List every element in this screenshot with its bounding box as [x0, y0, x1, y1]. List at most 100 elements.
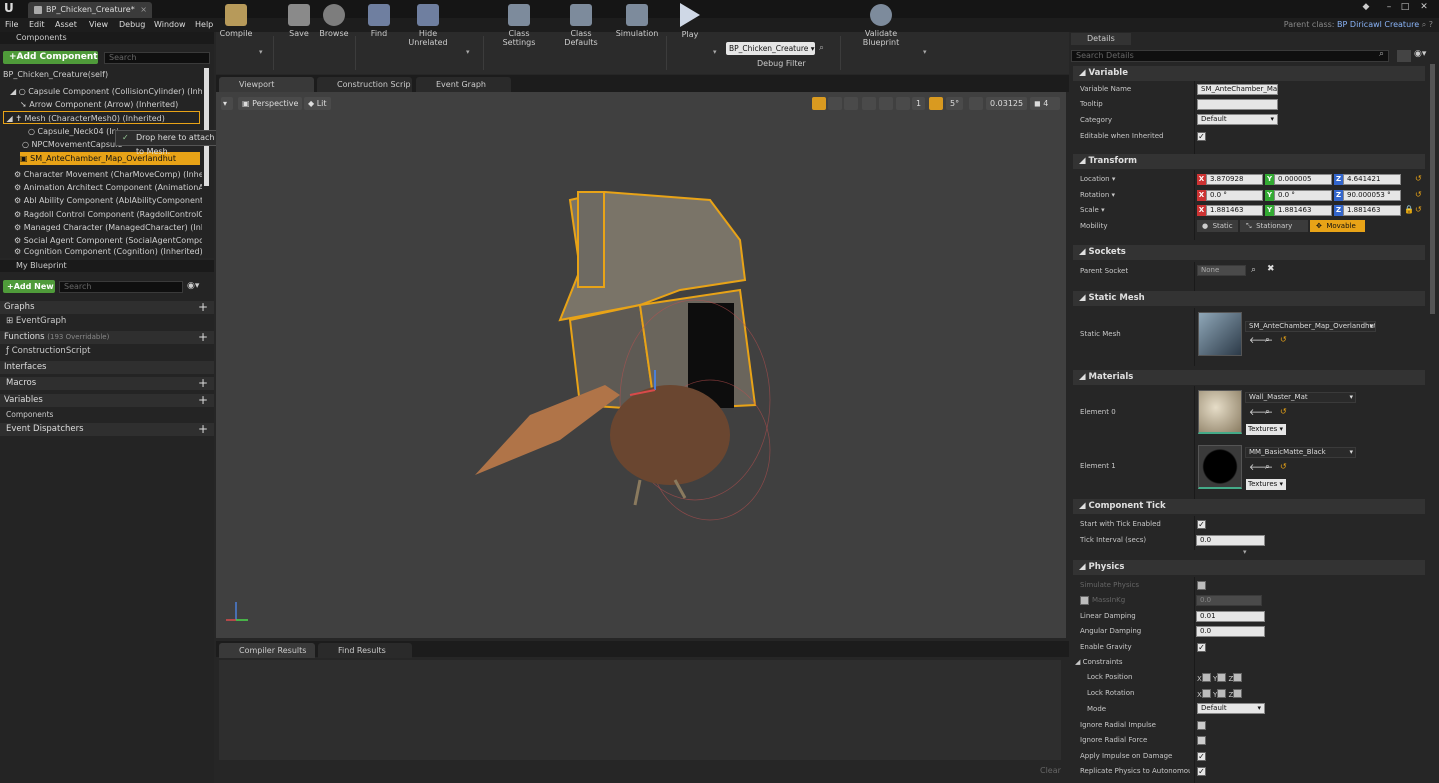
- reset-rotation-icon[interactable]: ↺: [1415, 190, 1422, 199]
- element1-thumbnail[interactable]: [1198, 445, 1242, 489]
- advanced-expand-icon[interactable]: ▾: [1243, 548, 1247, 556]
- mass-override-checkbox[interactable]: [1080, 596, 1089, 605]
- window-close-icon[interactable]: ✕: [1418, 1, 1430, 13]
- menu-window[interactable]: Window: [154, 18, 186, 32]
- hide-unrelated-button[interactable]: Hide Unrelated: [399, 2, 457, 47]
- location-z-input[interactable]: 4.641421: [1343, 174, 1401, 185]
- reset-location-icon[interactable]: ↺: [1415, 174, 1422, 183]
- materials-section[interactable]: ◢ Materials: [1073, 370, 1425, 385]
- tree-item-selected-mesh[interactable]: ▣ SM_AnteChamber_Map_Overlandhut: [20, 152, 200, 165]
- tab-event-graph[interactable]: Event Graph: [416, 77, 511, 92]
- lit-button[interactable]: ◆ Lit: [304, 97, 331, 110]
- tree-item-cognition[interactable]: ⚙ Cognition Component (Cognition) (Inher…: [14, 247, 202, 256]
- hide-unrelated-dropdown-icon[interactable]: ▾: [466, 48, 470, 56]
- mode-select[interactable]: Default ▾: [1197, 703, 1265, 714]
- lock-pos-z-checkbox[interactable]: [1233, 673, 1243, 682]
- save-button[interactable]: Save: [284, 2, 314, 40]
- add-dispatcher-icon[interactable]: +: [198, 422, 208, 436]
- add-macro-icon[interactable]: +: [198, 376, 208, 390]
- perspective-button[interactable]: ▣ Perspective: [238, 97, 303, 110]
- location-y-input[interactable]: 0.000005: [1274, 174, 1332, 185]
- camera-speed-button[interactable]: ◼ 4: [1030, 97, 1060, 110]
- simulate-physics-checkbox[interactable]: [1197, 581, 1206, 590]
- rotation-z-input[interactable]: 90.000053 °: [1343, 190, 1401, 201]
- tab-find-results[interactable]: Find Results: [318, 643, 412, 658]
- tooltip-input[interactable]: [1197, 99, 1278, 110]
- search-icon[interactable]: ⌕: [1379, 49, 1384, 59]
- mobility-static-button[interactable]: ● Static: [1197, 220, 1238, 232]
- add-component-button[interactable]: +Add Component: [3, 51, 98, 64]
- compile-dropdown-icon[interactable]: ▾: [259, 48, 263, 56]
- scale-x-input[interactable]: 1.881463: [1206, 205, 1263, 216]
- parent-socket-input[interactable]: None: [1197, 265, 1246, 276]
- construction-script-item[interactable]: ƒ ConstructionScript: [6, 346, 90, 356]
- find-button[interactable]: Find: [364, 2, 394, 40]
- sockets-section[interactable]: ◢ Sockets: [1073, 245, 1425, 260]
- add-variable-icon[interactable]: +: [198, 393, 208, 407]
- location-x-input[interactable]: 3.870928: [1206, 174, 1263, 185]
- menu-debug[interactable]: Debug: [119, 18, 145, 32]
- rotation-y-input[interactable]: 0.0 °: [1274, 190, 1332, 201]
- lock-rot-z-checkbox[interactable]: [1233, 689, 1243, 698]
- tree-item-social[interactable]: ⚙ Social Agent Component (SocialAgentCom…: [14, 234, 202, 247]
- components-subcategory[interactable]: Components: [6, 410, 53, 419]
- viewport-options-button[interactable]: ▾: [221, 97, 233, 110]
- ignore-radial-force-checkbox[interactable]: [1197, 736, 1206, 745]
- static-mesh-thumbnail[interactable]: [1198, 312, 1242, 356]
- apply-impulse-checkbox[interactable]: ✓: [1197, 752, 1206, 761]
- tree-item-char-movement[interactable]: ⚙ Character Movement (CharMoveComp) (Inh…: [14, 168, 202, 181]
- enable-gravity-checkbox[interactable]: ✓: [1197, 643, 1206, 652]
- constraints-label[interactable]: ◢ Constraints: [1075, 656, 1123, 668]
- rotation-label[interactable]: Rotation ▾: [1080, 189, 1115, 201]
- component-tick-section[interactable]: ◢ Component Tick: [1073, 499, 1425, 514]
- tab-compiler-results[interactable]: Compiler Results: [219, 643, 315, 658]
- mobility-stationary-button[interactable]: ⤡ Stationary: [1240, 220, 1308, 232]
- angular-damping-input[interactable]: 0.0: [1196, 626, 1265, 637]
- validate-dropdown-icon[interactable]: ▾: [923, 48, 927, 56]
- world-local-icon[interactable]: [862, 97, 876, 110]
- add-graph-icon[interactable]: +: [198, 300, 208, 314]
- tab-viewport[interactable]: Viewport: [219, 77, 314, 92]
- validate-blueprint-button[interactable]: Validate Blueprint: [848, 2, 914, 47]
- location-label[interactable]: Location ▾: [1080, 173, 1115, 185]
- reset-scale-icon[interactable]: ↺: [1415, 205, 1422, 214]
- document-tab[interactable]: BP_Chicken_Creature* ×: [28, 2, 152, 18]
- grid-view-icon[interactable]: [1397, 50, 1411, 62]
- reset-material-icon[interactable]: ↺: [1280, 462, 1287, 471]
- add-function-icon[interactable]: +: [198, 330, 208, 344]
- menu-file[interactable]: File: [5, 18, 18, 32]
- menu-asset[interactable]: Asset: [55, 18, 77, 32]
- tree-item-mesh[interactable]: ◢ ✝ Mesh (CharacterMesh0) (Inherited): [3, 111, 200, 124]
- tree-item-arrow[interactable]: ➘ Arrow Component (Arrow) (Inherited): [20, 98, 202, 111]
- category-select[interactable]: Default ▾: [1197, 114, 1278, 125]
- notification-icon[interactable]: ◆: [1360, 1, 1372, 13]
- menu-edit[interactable]: Edit: [29, 18, 45, 32]
- grid-snap-value[interactable]: 1: [912, 97, 926, 110]
- tree-item-ability[interactable]: ⚙ Abl Ability Component (AblAbilityCompo…: [14, 194, 202, 207]
- add-new-button[interactable]: +Add New: [3, 280, 55, 293]
- variable-section[interactable]: ◢ Variable: [1073, 66, 1425, 81]
- menu-help[interactable]: Help: [195, 18, 213, 32]
- tree-item-capsule-neck[interactable]: ○ Capsule_Neck04 (Inh: [28, 125, 118, 138]
- components-search-input[interactable]: Search: [104, 52, 210, 64]
- debug-search-icon[interactable]: ⌕: [819, 43, 824, 53]
- replicate-physics-checkbox[interactable]: ✓: [1197, 767, 1206, 776]
- reset-mesh-icon[interactable]: ↺: [1280, 335, 1287, 344]
- blueprint-search-input[interactable]: Search: [59, 281, 183, 293]
- details-search-input[interactable]: Search Details: [1071, 50, 1389, 62]
- browse-button[interactable]: Browse: [317, 2, 351, 40]
- editable-inherited-checkbox[interactable]: ✓: [1197, 132, 1206, 141]
- linear-damping-input[interactable]: 0.01: [1196, 611, 1265, 622]
- browse-asset-icon[interactable]: ⌕: [1265, 335, 1270, 345]
- minimize-icon[interactable]: –: [1383, 1, 1395, 13]
- ignore-radial-impulse-checkbox[interactable]: [1197, 721, 1206, 730]
- mobility-movable-button[interactable]: ✥ Movable: [1310, 220, 1365, 232]
- play-button[interactable]: Play: [672, 2, 708, 40]
- eye-icon[interactable]: ◉▾: [187, 281, 199, 291]
- lock-scale-icon[interactable]: 🔒: [1404, 205, 1414, 214]
- rotate-mode-icon[interactable]: [828, 97, 842, 110]
- tree-item-anim-architect[interactable]: ⚙ Animation Architect Component (Animati…: [14, 181, 202, 194]
- lock-position-axes[interactable]: X Y Z: [1197, 672, 1243, 683]
- tree-item-self[interactable]: BP_Chicken_Creature(self): [3, 68, 203, 81]
- surface-snap-icon[interactable]: [879, 97, 893, 110]
